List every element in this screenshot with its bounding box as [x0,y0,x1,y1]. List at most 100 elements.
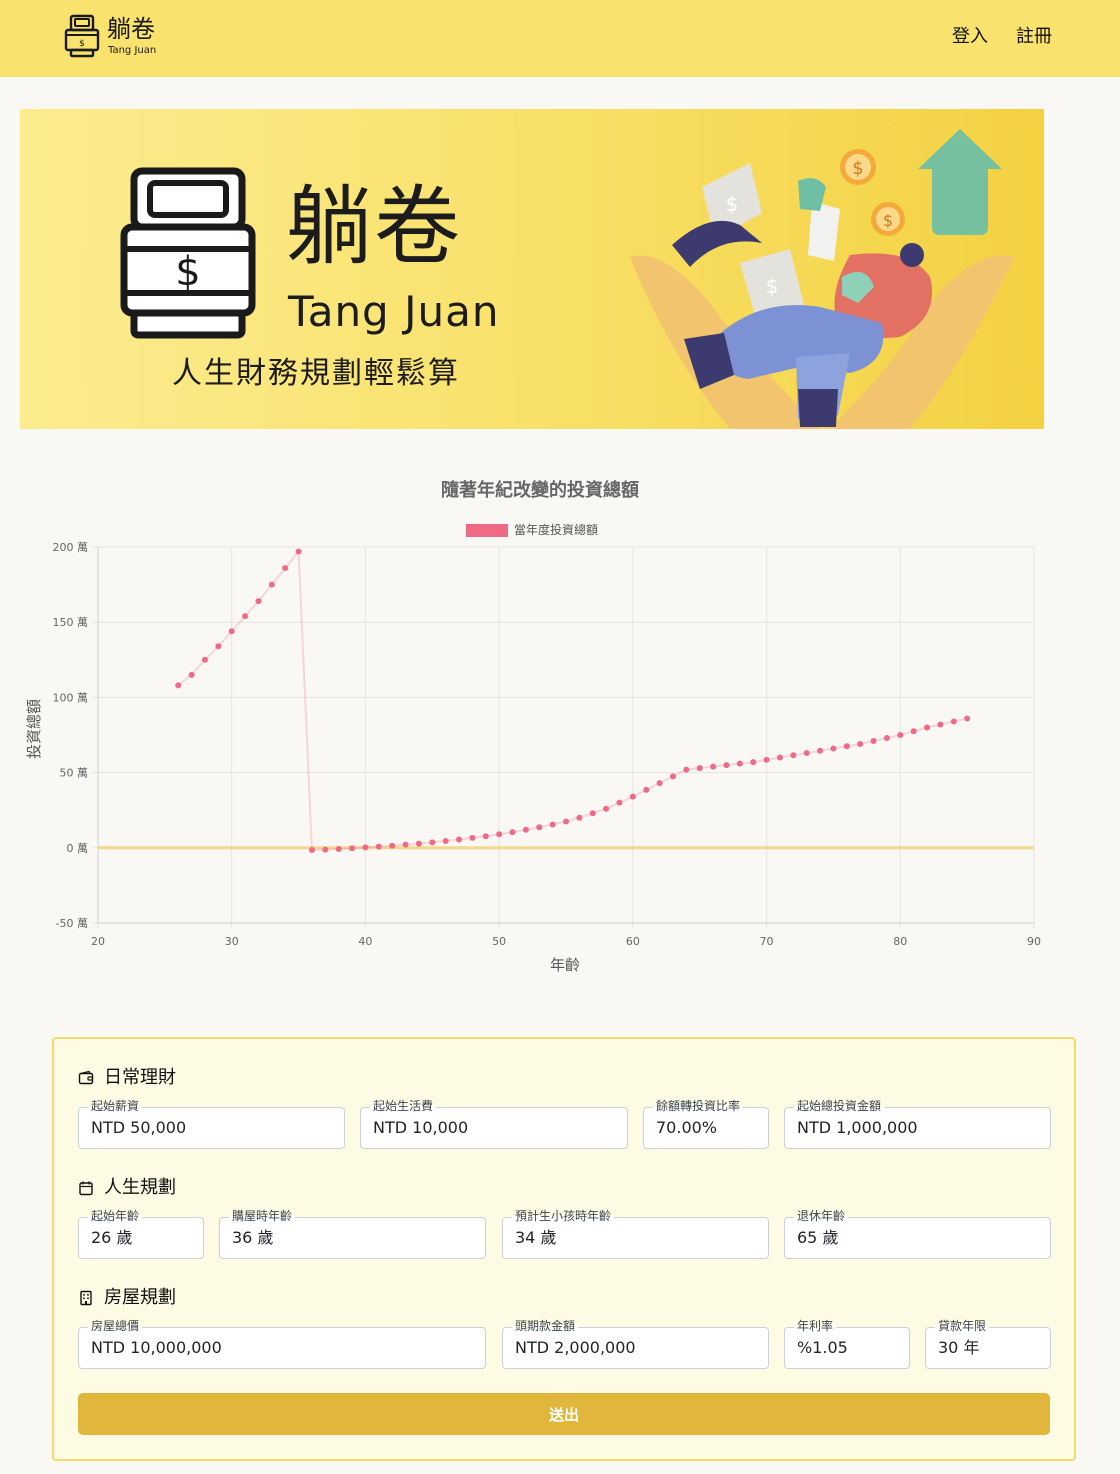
section-title: 房屋規劃 [104,1287,176,1308]
planning-form: 日常理財 起始薪資 起始生活費 餘額轉投資比率 起始總投資金額 人生規劃 起始年… [52,1037,1076,1461]
wallet-icon [78,1070,94,1085]
surplus-invest-ratio-input[interactable] [656,1117,756,1139]
down-payment-input[interactable] [515,1337,756,1359]
data-point [629,793,636,800]
data-point [830,745,837,752]
register-link[interactable]: 註冊 [1016,24,1052,50]
data-point [669,773,676,780]
data-point [536,824,543,831]
data-point [616,799,623,806]
data-point [482,833,489,840]
loan-years-field[interactable]: 貸款年限 [925,1319,1051,1369]
field-label: 貸款年限 [935,1319,990,1333]
submit-button[interactable]: 送出 [78,1393,1050,1435]
data-point [883,735,890,742]
data-point [442,838,449,845]
data-point [563,818,569,825]
data-point [710,763,717,770]
field-label: 起始年齡 [88,1209,143,1223]
x-tick-label: 30 [225,935,239,948]
data-point [643,786,650,793]
data-point [589,810,596,817]
house-buy-age-field[interactable]: 購屋時年齡 [219,1209,486,1259]
data-point [603,805,610,812]
data-point [242,613,249,620]
data-point [322,846,329,853]
data-point [228,628,235,635]
data-point [803,750,810,757]
logo[interactable]: $ 躺卷 Tang Juan [64,14,174,62]
surplus-invest-ratio-field[interactable]: 餘額轉投資比率 [643,1099,769,1149]
data-point [843,743,850,750]
data-point [295,548,302,555]
data-point [656,780,663,787]
y-axis-label: 投資總額 [25,699,43,760]
logo-subtitle: Tang Juan [108,45,157,56]
data-point [857,741,864,748]
data-point [750,759,757,766]
data-point [415,840,422,847]
data-point [255,598,262,605]
house-price-input[interactable] [91,1337,473,1359]
starting-age-input[interactable] [91,1227,191,1249]
svg-text:$: $ [726,192,739,216]
starting-living-cost-input[interactable] [373,1117,615,1139]
retirement-age-input[interactable] [797,1227,1038,1249]
data-point [776,754,783,761]
field-label: 起始總投資金額 [794,1099,885,1113]
data-point [696,765,703,772]
data-point [215,643,222,650]
starting-salary-input[interactable] [91,1117,332,1139]
annual-rate-field[interactable]: 年利率 [784,1319,910,1369]
field-label: 年利率 [794,1319,837,1333]
x-axis-label: 年齡 [549,956,580,974]
investment-chart: 隨著年紀改變的投資總額 當年度投資總額 20 30 40 50 60 70 80 90 -50 … [20,470,1060,990]
data-point [496,831,503,838]
data-point [924,724,931,731]
series-line [177,548,968,852]
house-buy-age-input[interactable] [232,1227,473,1249]
child-age-field[interactable]: 預計生小孩時年齡 [502,1209,769,1259]
data-point [402,841,409,848]
field-label: 退休年齡 [794,1209,849,1223]
starting-total-investment-input[interactable] [797,1117,1038,1139]
data-point [268,581,275,588]
annual-rate-input[interactable] [797,1337,897,1359]
x-tick-label: 80 [893,935,907,948]
field-label: 起始薪資 [88,1099,143,1113]
data-point [576,814,583,821]
banner-logo-icon: $ [120,167,256,339]
y-tick-label: 200 萬 [53,541,89,554]
field-label: 起始生活費 [370,1099,437,1113]
starting-salary-field[interactable]: 起始薪資 [78,1099,345,1149]
house-price-field[interactable]: 房屋總價 [78,1319,486,1369]
data-point [175,682,182,689]
svg-text:$: $ [852,158,863,179]
field-label: 頭期款金額 [512,1319,579,1333]
loan-years-input[interactable] [938,1337,1038,1359]
child-age-input[interactable] [515,1227,756,1249]
data-point [522,826,529,833]
svg-text:$: $ [766,274,779,298]
starting-age-field[interactable]: 起始年齡 [78,1209,204,1259]
data-point [335,846,342,853]
down-payment-field[interactable]: 頭期款金額 [502,1319,769,1369]
calendar-icon [79,1181,93,1196]
starting-living-cost-field[interactable]: 起始生活費 [360,1099,628,1149]
data-point [509,829,516,836]
data-point [950,718,957,725]
y-tick-label: 100 萬 [53,691,89,704]
x-tick-label: 40 [358,935,372,948]
retirement-age-field[interactable]: 退休年齡 [784,1209,1051,1259]
data-point [429,839,436,846]
data-point [870,738,877,745]
starting-total-investment-field[interactable]: 起始總投資金額 [784,1099,1051,1149]
y-tick-label: 0 萬 [67,842,89,855]
login-link[interactable]: 登入 [952,24,988,50]
logo-title: 躺卷 [107,15,155,43]
data-point [964,715,971,722]
y-tick-label: 50 萬 [60,767,89,780]
banner-title: 躺卷 [286,177,462,277]
data-point [817,747,824,754]
data-point [763,756,770,763]
